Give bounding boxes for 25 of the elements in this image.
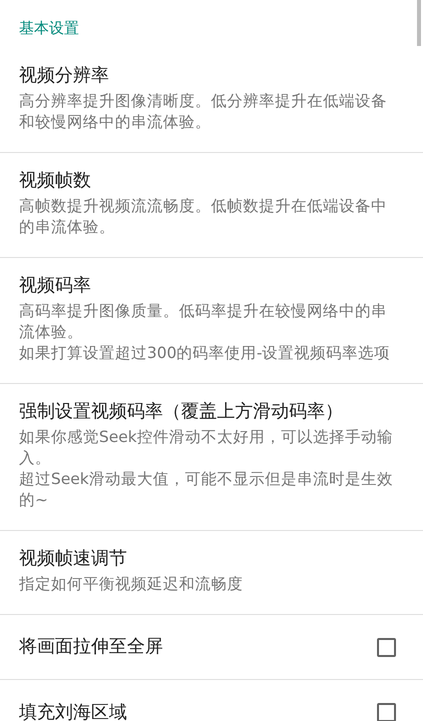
item-summary: 如果你感觉Seek控件滑动不太好用，可以选择手动输入。 (19, 427, 394, 469)
item-title: 将画面拉伸至全屏 (19, 635, 164, 659)
item-title: 视频帧速调节 (19, 547, 128, 571)
item-summary: 高分辨率提升图像清晰度。低分辨率提升在低端设备和较慢网络中的串流体验。 (19, 91, 388, 133)
item-summary: 指定如何平衡视频延迟和流畅度 (19, 574, 244, 595)
item-title: 填充刘海区域 (19, 700, 128, 721)
item-summary: 超过Seek滑动最大值，可能不显示但是串流时是生效的~ (19, 469, 394, 511)
item-title: 视频帧数 (19, 169, 92, 193)
settings-item[interactable]: 强制设置视频码率（覆盖上方滑动码率） 如果你感觉Seek控件滑动不太好用，可以选择手动输入。 超过Seek滑动最大值，可能不显示但是串流时是生效的~ (0, 384, 423, 531)
settings-item[interactable]: 视频分辨率 高分辨率提升图像清晰度。低分辨率提升在低端设备和较慢网络中的串流体验。 (0, 48, 423, 153)
section-header: 基本设置 (19, 19, 79, 37)
item-title: 强制设置视频码率（覆盖上方滑动码率） (19, 400, 344, 424)
settings-item[interactable]: 视频帧速调节 指定如何平衡视频延迟和流畅度 (0, 531, 423, 615)
item-summary: 如果打算设置超过300的码率使用-设置视频码率选项 (19, 343, 392, 364)
settings-item[interactable]: 将画面拉伸至全屏 (0, 615, 423, 680)
checkbox[interactable] (377, 703, 396, 721)
settings-item[interactable]: 视频帧数 高帧数提升视频流流畅度。低帧数提升在低端设备中的串流体验。 (0, 153, 423, 258)
item-title: 视频分辨率 (19, 64, 110, 88)
checkbox[interactable] (377, 638, 396, 656)
settings-item[interactable]: 填充刘海区域 (0, 680, 423, 721)
scrollbar-thumb (417, 0, 421, 46)
item-summary: 高码率提升图像质量。低码率提升在较慢网络中的串流体验。 (19, 301, 388, 343)
settings-item[interactable]: 视频码率 高码率提升图像质量。低码率提升在较慢网络中的串流体验。 如果打算设置超过300的码率使用-设置视频码率选项 (0, 258, 423, 384)
item-title: 视频码率 (19, 274, 92, 298)
item-summary: 高帧数提升视频流流畅度。低帧数提升在低端设备中的串流体验。 (19, 196, 388, 238)
